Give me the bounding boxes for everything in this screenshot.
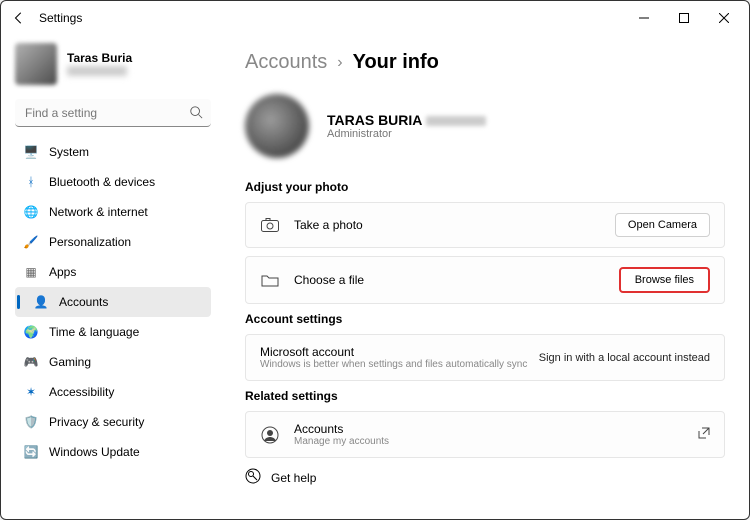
help-icon: [245, 468, 261, 487]
profile-role: Administrator: [327, 128, 486, 140]
sidebar-item-apps[interactable]: ▦ Apps: [15, 257, 211, 287]
browse-files-button[interactable]: Browse files: [619, 267, 710, 293]
section-account-settings-title: Account settings: [245, 312, 725, 326]
nav-label: Personalization: [49, 235, 131, 249]
profile-block: TARAS BURIA Administrator: [245, 94, 725, 158]
open-camera-button[interactable]: Open Camera: [615, 213, 710, 237]
nav-icon: 👤: [33, 294, 49, 310]
sidebar-item-personalization[interactable]: 🖌️ Personalization: [15, 227, 211, 257]
sidebar-item-network-internet[interactable]: 🌐 Network & internet: [15, 197, 211, 227]
user-avatar-small: [15, 43, 57, 85]
related-accounts-card[interactable]: Accounts Manage my accounts: [245, 411, 725, 458]
get-help-link[interactable]: Get help: [245, 468, 725, 487]
sidebar-item-accessibility[interactable]: ✶ Accessibility: [15, 377, 211, 407]
take-photo-card: Take a photo Open Camera: [245, 202, 725, 248]
nav-label: Time & language: [49, 325, 139, 339]
nav-icon: 🌐: [23, 204, 39, 220]
camera-icon: [260, 218, 280, 232]
maximize-icon: [679, 13, 689, 23]
user-block[interactable]: Taras Buria: [15, 43, 211, 85]
user-name: Taras Buria: [67, 51, 132, 65]
chevron-right-icon: ›: [337, 54, 342, 72]
ms-account-desc: Windows is better when settings and file…: [260, 359, 539, 370]
get-help-label: Get help: [271, 471, 316, 485]
nav-label: Privacy & security: [49, 415, 144, 429]
nav-label: Bluetooth & devices: [49, 175, 155, 189]
search-icon: [189, 105, 203, 124]
external-link-icon: [698, 426, 710, 444]
nav-label: System: [49, 145, 89, 159]
nav-icon: 🎮: [23, 354, 39, 370]
sidebar-item-windows-update[interactable]: 🔄 Windows Update: [15, 437, 211, 467]
breadcrumb-current: Your info: [353, 51, 439, 74]
close-icon: [719, 13, 729, 23]
main-panel: Accounts › Your info TARAS BURIA Adminis…: [221, 35, 749, 519]
sidebar-item-bluetooth-devices[interactable]: ᚼ Bluetooth & devices: [15, 167, 211, 197]
user-avatar-large: [245, 94, 309, 158]
nav-label: Accounts: [59, 295, 108, 309]
folder-icon: [260, 273, 280, 287]
maximize-button[interactable]: [665, 4, 703, 32]
minimize-button[interactable]: [625, 4, 663, 32]
section-related-title: Related settings: [245, 389, 725, 403]
nav-icon: ✶: [23, 384, 39, 400]
nav-label: Windows Update: [49, 445, 140, 459]
sidebar-item-accounts[interactable]: 👤 Accounts: [15, 287, 211, 317]
ms-account-label: Microsoft account: [260, 345, 539, 359]
microsoft-account-card: Microsoft account Windows is better when…: [245, 334, 725, 381]
sidebar-item-time-language[interactable]: 🌍 Time & language: [15, 317, 211, 347]
nav-icon: 🖥️: [23, 144, 39, 160]
search-wrap: [15, 99, 211, 127]
nav-label: Gaming: [49, 355, 91, 369]
minimize-icon: [639, 13, 649, 23]
nav-icon: ▦: [23, 264, 39, 280]
app-title: Settings: [39, 11, 82, 25]
sidebar: Taras Buria 🖥️ System ᚼ Bluetooth & devices…: [1, 35, 221, 519]
nav-label: Apps: [49, 265, 76, 279]
arrow-left-icon: [12, 11, 26, 25]
search-input[interactable]: [15, 99, 211, 127]
sign-in-local-link[interactable]: Sign in with a local account instead: [539, 352, 710, 364]
accounts-icon: [260, 426, 280, 444]
nav-icon: 🖌️: [23, 234, 39, 250]
choose-file-card: Choose a file Browse files: [245, 256, 725, 304]
user-email: [67, 65, 132, 77]
choose-file-label: Choose a file: [294, 273, 619, 287]
take-photo-label: Take a photo: [294, 218, 615, 232]
breadcrumb: Accounts › Your info: [245, 51, 725, 74]
titlebar: Settings: [1, 1, 749, 35]
nav-icon: 🌍: [23, 324, 39, 340]
profile-name: TARAS BURIA: [327, 112, 486, 128]
related-accounts-label: Accounts: [294, 422, 688, 436]
back-button[interactable]: [7, 6, 31, 30]
related-accounts-desc: Manage my accounts: [294, 436, 688, 447]
nav-icon: 🛡️: [23, 414, 39, 430]
sidebar-item-privacy-security[interactable]: 🛡️ Privacy & security: [15, 407, 211, 437]
sidebar-item-system[interactable]: 🖥️ System: [15, 137, 211, 167]
nav-icon: ᚼ: [23, 174, 39, 190]
settings-window: Settings Taras Buria 🖥️SystemᚼBlueto: [0, 0, 750, 520]
nav-label: Network & internet: [49, 205, 148, 219]
nav-label: Accessibility: [49, 385, 114, 399]
section-adjust-photo-title: Adjust your photo: [245, 180, 725, 194]
window-controls: [625, 4, 743, 32]
sidebar-item-gaming[interactable]: 🎮 Gaming: [15, 347, 211, 377]
content-area: Taras Buria 🖥️ System ᚼ Bluetooth & devices…: [1, 35, 749, 519]
breadcrumb-parent[interactable]: Accounts: [245, 51, 327, 74]
close-button[interactable]: [705, 4, 743, 32]
nav-list: 🖥️ System ᚼ Bluetooth & devices 🌐 Network & i…: [15, 137, 211, 509]
nav-icon: 🔄: [23, 444, 39, 460]
